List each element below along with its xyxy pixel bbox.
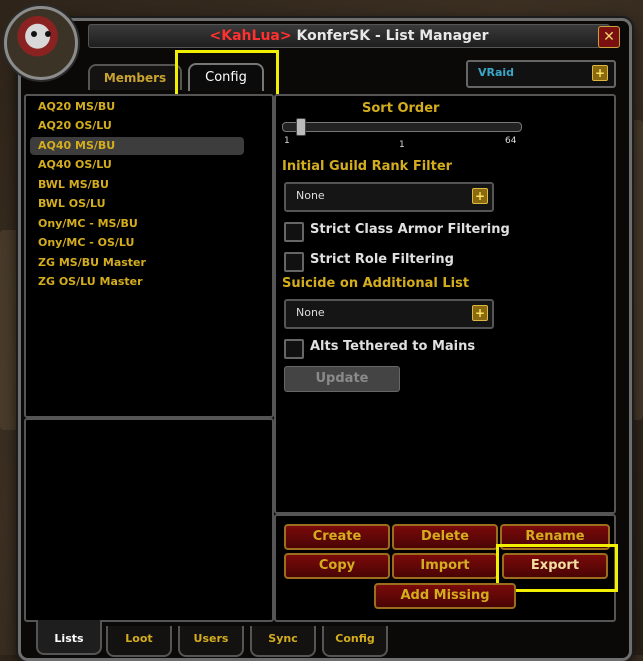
alts-tethered-checkbox[interactable] [284,339,304,359]
sort-order-slider[interactable] [282,122,522,132]
list-item[interactable]: ZG MS/BU Master [38,254,146,272]
copy-button[interactable]: Copy [284,553,390,579]
portrait-eye-left [31,31,37,37]
suicide-dropdown[interactable]: None + [284,299,494,329]
sort-order-label: Sort Order [362,101,440,116]
list-item[interactable]: Ony/MC - MS/BU [38,215,138,233]
delete-button[interactable]: Delete [392,524,498,550]
guild-rank-filter-label: Initial Guild Rank Filter [282,159,453,174]
background-wood-left [0,230,18,430]
title-addon-tag: <KahLua> [209,28,292,44]
import-button[interactable]: Import [392,553,498,579]
slider-min-label: 1 [284,136,290,146]
raid-dropdown[interactable]: VRaid + [466,60,616,88]
list-item[interactable]: AQ40 OS/LU [38,156,112,174]
close-button[interactable]: ✕ [598,26,620,48]
suicide-value: None [296,306,325,319]
slider-value-label: 1 [399,140,405,150]
guild-rank-filter-button[interactable]: + [472,188,488,204]
suicide-dropdown-button[interactable]: + [472,305,488,321]
list-item[interactable]: BWL MS/BU [38,176,109,194]
strict-class-armor-label: Strict Class Armor Filtering [310,222,510,237]
sort-order-slider-thumb[interactable] [296,118,306,136]
portrait-eye-right [45,31,51,37]
guild-rank-filter-value: None [296,189,325,202]
window-title[interactable]: <KahLua> KonferSK - List Manager [88,24,610,48]
tab-config[interactable]: Config [188,63,264,91]
list-item-selected[interactable]: AQ40 MS/BU [30,137,244,155]
guild-rank-filter-dropdown[interactable]: None + [284,182,494,212]
list-item[interactable]: AQ20 MS/BU [38,98,115,116]
export-button[interactable]: Export [502,553,608,579]
tab-loot[interactable]: Loot [106,626,172,657]
add-missing-button[interactable]: Add Missing [374,583,516,609]
tab-lists[interactable]: Lists [36,620,102,655]
tab-config-bottom[interactable]: Config [322,626,388,657]
addon-portrait-icon [4,6,78,80]
strict-role-checkbox[interactable] [284,252,304,272]
raid-dropdown-button[interactable]: + [592,65,608,81]
tab-users[interactable]: Users [178,626,244,657]
list-item[interactable]: Ony/MC - OS/LU [38,234,134,252]
title-text: KonferSK - List Manager [291,28,489,44]
tab-sync[interactable]: Sync [250,626,316,657]
suicide-label: Suicide on Additional List [282,276,470,291]
raid-dropdown-value: VRaid [478,66,515,79]
list-item[interactable]: AQ20 OS/LU [38,117,112,135]
list-details-panel [24,418,274,622]
lists-panel: AQ20 MS/BU AQ20 OS/LU AQ40 MS/BU AQ40 OS… [24,94,274,418]
update-button[interactable]: Update [284,366,400,392]
slider-max-label: 64 [505,136,517,146]
strict-class-armor-checkbox[interactable] [284,222,304,242]
list-item[interactable]: ZG OS/LU Master [38,273,143,291]
alts-tethered-label: Alts Tethered to Mains [310,339,476,354]
strict-role-label: Strict Role Filtering [310,252,454,267]
list-item[interactable]: BWL OS/LU [38,195,106,213]
create-button[interactable]: Create [284,524,390,550]
tab-members[interactable]: Members [88,64,182,90]
